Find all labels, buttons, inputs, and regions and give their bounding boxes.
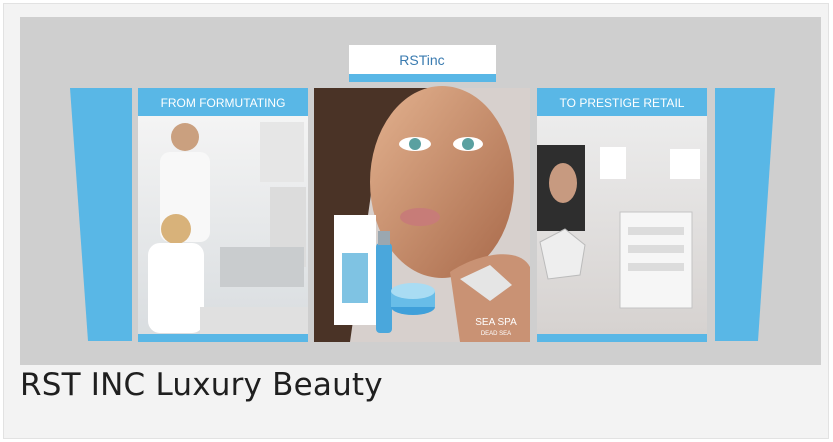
left-banner-text: FROM FORMUTATING <box>161 96 286 110</box>
left-panel-lab: FROM FORMUTATING <box>138 88 308 342</box>
booth-illustration: RSTinc FROM FORMUTATING SEA SPA DEAD SEA… <box>70 45 775 342</box>
logo-text: RSTinc <box>399 52 444 68</box>
product-tagline-text: DEAD SEA <box>481 331 511 337</box>
gallery-card[interactable]: RSTinc FROM FORMUTATING SEA SPA DEAD SEA… <box>3 3 829 439</box>
card-caption[interactable]: RST INC Luxury Beauty <box>20 367 383 403</box>
right-banner-text: TO PRESTIGE RETAIL <box>560 96 685 110</box>
right-panel-retail: TO PRESTIGE RETAIL <box>537 88 707 342</box>
header-logo-box: RSTinc <box>349 45 496 82</box>
left-side-panel <box>70 88 132 341</box>
right-side-panel <box>715 88 775 341</box>
product-brand-text: SEA SPA <box>475 317 517 328</box>
center-panel-model: SEA SPA DEAD SEA <box>314 86 530 342</box>
booth-image[interactable]: RSTinc FROM FORMUTATING SEA SPA DEAD SEA… <box>20 17 821 365</box>
